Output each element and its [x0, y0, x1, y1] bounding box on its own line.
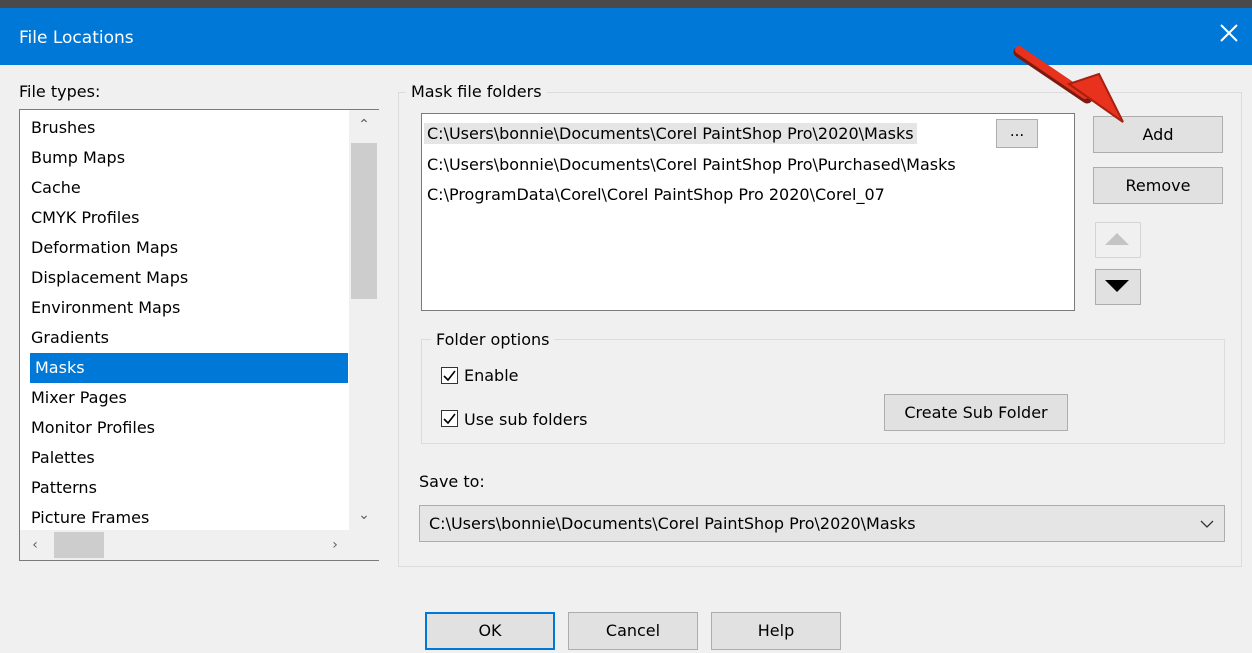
ok-button[interactable]: OK — [425, 612, 555, 650]
list-item[interactable]: Bump Maps — [31, 143, 125, 173]
folder-row[interactable]: C:\Users\bonnie\Documents\Corel PaintSho… — [427, 155, 956, 174]
folder-options-label: Folder options — [431, 330, 555, 349]
folder-row-selected[interactable]: C:\Users\bonnie\Documents\Corel PaintSho… — [424, 123, 917, 144]
list-item[interactable]: CMYK Profiles — [31, 203, 139, 233]
window-top-border — [0, 0, 1252, 8]
annotation-arrow-icon — [1013, 46, 1124, 123]
scroll-left-icon[interactable]: ‹ — [20, 530, 50, 560]
list-item[interactable]: Displacement Maps — [31, 263, 188, 293]
enable-label: Enable — [464, 366, 519, 385]
save-to-label: Save to: — [419, 472, 485, 491]
mask-folders-label: Mask file folders — [406, 82, 547, 101]
list-item[interactable]: Gradients — [31, 323, 109, 353]
list-item[interactable]: Patterns — [31, 473, 97, 503]
enable-checkbox[interactable] — [441, 367, 458, 384]
list-item-selected[interactable]: Masks — [30, 353, 348, 383]
list-item[interactable]: Environment Maps — [31, 293, 180, 323]
save-to-dropdown[interactable]: C:\Users\bonnie\Documents\Corel PaintSho… — [419, 505, 1225, 542]
vertical-scroll-thumb[interactable] — [351, 143, 377, 299]
triangle-down-icon — [1105, 280, 1129, 292]
list-item[interactable]: Cache — [31, 173, 81, 203]
list-item[interactable]: Deformation Maps — [31, 233, 178, 263]
folder-row[interactable]: C:\ProgramData\Corel\Corel PaintShop Pro… — [427, 185, 885, 204]
move-down-button[interactable] — [1095, 269, 1141, 305]
scrollbar-corner — [350, 530, 379, 560]
use-subfolders-checkbox[interactable] — [441, 410, 458, 427]
file-types-list[interactable]: Brushes Bump Maps Cache CMYK Profiles De… — [19, 109, 379, 561]
list-item[interactable]: Picture Frames — [31, 503, 149, 533]
horizontal-scrollbar[interactable]: ‹ › — [20, 530, 350, 560]
create-sub-folder-button[interactable]: Create Sub Folder — [884, 394, 1068, 431]
remove-button[interactable]: Remove — [1093, 167, 1223, 204]
triangle-up-icon — [1105, 233, 1129, 245]
close-icon[interactable] — [1215, 19, 1243, 47]
scroll-right-icon[interactable]: › — [320, 530, 350, 560]
list-item[interactable]: Palettes — [31, 443, 95, 473]
scroll-up-icon[interactable]: ⌃ — [349, 110, 379, 140]
checkmark-icon — [443, 370, 456, 382]
vertical-scrollbar[interactable]: ⌃ ⌄ — [349, 110, 379, 530]
checkmark-icon — [443, 413, 456, 425]
save-to-value: C:\Users\bonnie\Documents\Corel PaintSho… — [429, 514, 916, 533]
window-title: File Locations — [19, 28, 134, 48]
scroll-down-icon[interactable]: ⌄ — [349, 500, 379, 530]
horizontal-scroll-thumb[interactable] — [54, 532, 104, 558]
help-button[interactable]: Help — [711, 612, 841, 650]
cancel-button[interactable]: Cancel — [568, 612, 698, 650]
chevron-down-icon[interactable] — [1198, 515, 1216, 533]
use-subfolders-label: Use sub folders — [464, 410, 588, 429]
list-item[interactable]: Monitor Profiles — [31, 413, 155, 443]
list-item[interactable]: Brushes — [31, 113, 95, 143]
folder-list[interactable]: C:\Users\bonnie\Documents\Corel PaintSho… — [421, 113, 1075, 311]
list-item[interactable]: Mixer Pages — [31, 383, 127, 413]
move-up-button[interactable] — [1095, 222, 1141, 258]
file-types-label: File types: — [19, 82, 101, 101]
